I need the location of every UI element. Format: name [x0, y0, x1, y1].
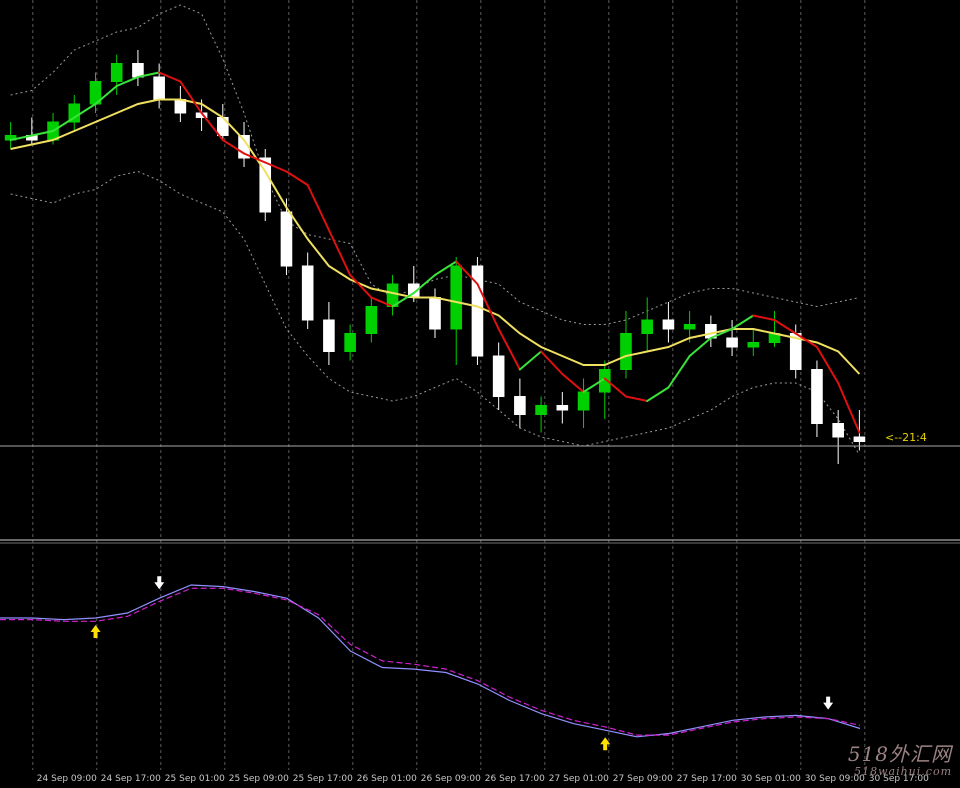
candle-bear — [726, 337, 738, 348]
fast-moving-average-segment — [688, 337, 712, 357]
x-tick-label: 25 Sep 01:00 — [165, 774, 225, 784]
x-tick-label: 27 Sep 09:00 — [613, 774, 673, 784]
fast-moving-average-segment — [306, 184, 330, 231]
candle-bear — [132, 63, 144, 78]
candle-bear — [556, 405, 569, 411]
time-axis: 24 Sep 09:00 24 Sep 17:00 25 Sep 01:00 25 S… — [37, 774, 929, 784]
candles-layer — [4, 50, 866, 464]
buy-arrow-icon — [90, 625, 101, 638]
candle-bull — [620, 333, 632, 370]
candle-bear — [853, 436, 866, 442]
candle-bear — [323, 319, 335, 352]
x-tick-label: 25 Sep 17:00 — [293, 774, 353, 784]
candle-bull — [450, 265, 463, 330]
candle-bear — [492, 355, 505, 397]
candle-bull — [535, 405, 547, 415]
x-tick-label: 30 Sep 17:00 — [869, 774, 929, 784]
chart-window: <--21:4 24 Sep 09:00 24 Sep 17:00 25 Sep 0… — [0, 0, 960, 784]
price-chart-svg: <--21:4 24 Sep 09:00 24 Sep 17:00 25 Sep 0… — [0, 0, 960, 784]
candle-bear — [811, 369, 823, 424]
indicator-panel — [0, 576, 861, 751]
candle-bear — [153, 76, 165, 100]
price-line-layer: <--21:4 — [0, 431, 960, 447]
x-tick-label: 27 Sep 17:00 — [677, 774, 737, 784]
candle-bull — [344, 333, 356, 352]
fast-moving-average-segment — [561, 373, 585, 393]
x-tick-label: 26 Sep 09:00 — [421, 774, 481, 784]
candle-bear — [832, 423, 844, 438]
sell-arrow-icon — [154, 576, 165, 590]
x-tick-label: 27 Sep 01:00 — [549, 774, 609, 784]
candle-bull — [641, 319, 654, 334]
candle-bear — [280, 211, 293, 267]
price-tag-label: <--21:4 — [885, 431, 927, 444]
sell-arrow-icon — [823, 696, 834, 710]
x-tick-label: 30 Sep 01:00 — [741, 774, 801, 784]
x-tick-label: 25 Sep 09:00 — [229, 774, 289, 784]
candle-bear — [514, 396, 526, 415]
fast-moving-average-segment — [624, 395, 649, 402]
fast-moving-average-segment — [752, 314, 776, 321]
x-tick-label: 24 Sep 17:00 — [101, 774, 161, 784]
fast-moving-average-segment — [646, 386, 670, 402]
candle-bull — [110, 63, 123, 82]
indicator-line-1 — [0, 584, 861, 738]
candle-bull — [365, 306, 378, 334]
candle-bull — [683, 324, 696, 330]
moving-averages — [9, 71, 861, 434]
x-tick-label: 30 Sep 09:00 — [805, 774, 865, 784]
fast-moving-average-segment — [773, 319, 797, 335]
candle-bear — [429, 297, 441, 330]
fast-moving-average-segment — [285, 170, 309, 186]
fast-moving-average-segment — [667, 355, 691, 389]
x-tick-label: 24 Sep 09:00 — [37, 774, 97, 784]
candle-bear — [301, 265, 314, 321]
indicator-line-2 — [0, 587, 861, 736]
fast-moving-average-segment — [518, 350, 543, 371]
candle-bear — [662, 319, 675, 330]
candle-bull — [747, 342, 760, 348]
candle-bear — [174, 99, 187, 114]
candle-bull — [577, 391, 590, 411]
fast-moving-average-segment — [731, 314, 755, 330]
x-tick-label: 26 Sep 17:00 — [485, 774, 545, 784]
x-tick-label: 26 Sep 01:00 — [357, 774, 417, 784]
